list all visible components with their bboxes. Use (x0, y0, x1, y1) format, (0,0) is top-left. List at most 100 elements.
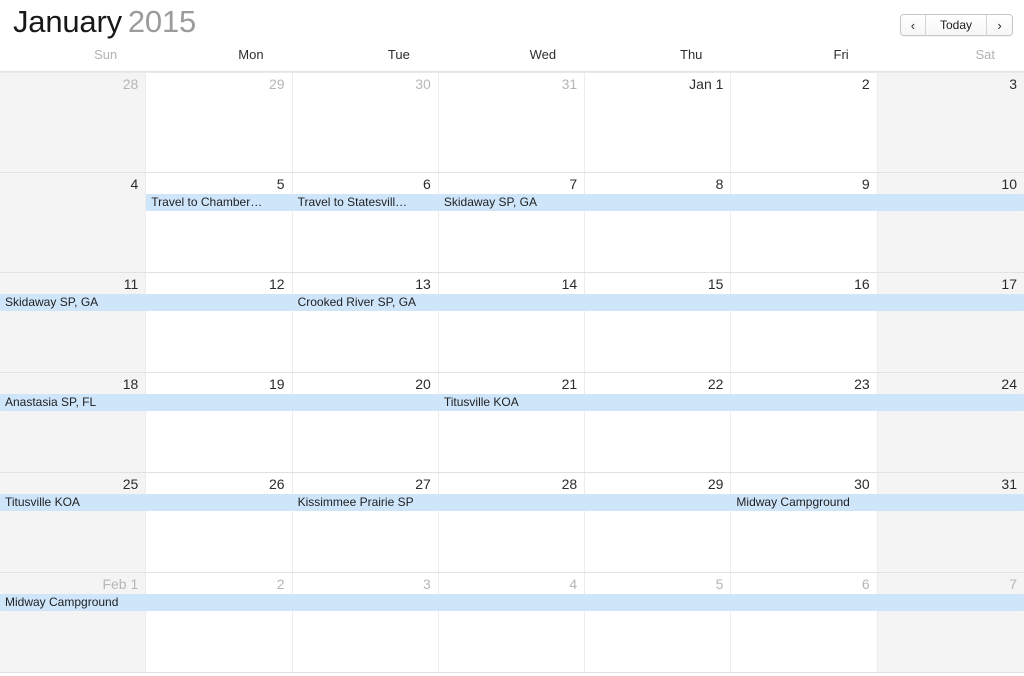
day-number: 26 (268, 476, 285, 492)
day-cell[interactable]: 23 (731, 373, 878, 472)
day-cell[interactable]: 16 (731, 273, 878, 372)
prev-month-button[interactable]: ‹ (900, 15, 926, 35)
day-number: 29 (268, 76, 285, 92)
day-number: 31 (1001, 476, 1017, 492)
next-month-button[interactable]: › (987, 15, 1012, 35)
weekday-header-row: Sun Mon Tue Wed Thu Fri Sat (0, 44, 1024, 72)
day-cell[interactable]: 6 (731, 573, 878, 672)
week-cells: 25 26 27 28 29 30 31 (0, 473, 1024, 572)
day-number: 2 (276, 576, 285, 592)
calendar-event[interactable]: Travel to Chamber… (146, 194, 293, 211)
day-cell[interactable]: 31 (877, 473, 1024, 572)
day-number: 5 (715, 576, 724, 592)
day-cell[interactable]: 28 (0, 73, 147, 172)
day-cell[interactable]: 20 (292, 373, 439, 472)
calendar-event[interactable]: Titusville KOA (0, 494, 293, 511)
week-row: Feb 1 2 3 4 5 6 7 Midway Campground (0, 573, 1024, 673)
day-number: 22 (707, 376, 724, 392)
day-number: 24 (1001, 376, 1017, 392)
weekday-label-sun: Sun (94, 47, 118, 62)
day-cell[interactable]: 13 (292, 273, 439, 372)
day-cell[interactable]: 21 (438, 373, 586, 472)
day-number: 6 (423, 176, 431, 192)
day-number: 17 (1001, 276, 1017, 292)
calendar-event[interactable]: Skidaway SP, GA (438, 194, 1024, 211)
day-number: 21 (561, 376, 578, 392)
calendar-event[interactable]: Midway Campground (731, 494, 1024, 511)
day-cell[interactable]: 28 (438, 473, 586, 572)
day-cell[interactable]: 3 (292, 573, 439, 672)
day-cell[interactable]: Feb 1 (0, 573, 147, 672)
day-cell[interactable]: 7 (877, 573, 1024, 672)
weekday-label-sat: Sat (975, 47, 995, 62)
weekday-label-fri: Fri (833, 47, 849, 62)
day-number: 7 (569, 176, 578, 192)
day-cell[interactable]: 25 (0, 473, 147, 572)
day-cell[interactable]: 6 (292, 173, 439, 272)
day-number: 28 (122, 76, 139, 92)
day-cell[interactable]: 30 (292, 73, 439, 172)
day-cell[interactable]: 10 (877, 173, 1024, 272)
day-cell[interactable]: 8 (585, 173, 732, 272)
day-cell[interactable]: 29 (146, 73, 293, 172)
day-number: 13 (415, 276, 431, 292)
week-cells: 18 19 20 21 22 23 24 (0, 373, 1024, 472)
calendar-event[interactable]: Kissimmee Prairie SP (292, 494, 732, 511)
day-number: 30 (854, 476, 870, 492)
calendar-event[interactable]: Anastasia SP, FL (0, 394, 439, 411)
calendar-month-view: January 2015 ‹ Today › Sun Mon Tue Wed Thu Fri… (0, 0, 1024, 676)
day-number: 25 (122, 476, 139, 492)
day-number: 20 (415, 376, 431, 392)
day-number: 27 (415, 476, 431, 492)
day-number: 4 (130, 176, 139, 192)
calendar-event[interactable]: Travel to Statesvill… (292, 194, 439, 211)
day-number: 6 (861, 576, 870, 592)
day-cell[interactable]: 19 (146, 373, 293, 472)
day-number: 2 (861, 76, 870, 92)
day-number: 8 (715, 176, 724, 192)
day-cell[interactable]: 18 (0, 373, 147, 472)
day-cell[interactable]: 31 (438, 73, 586, 172)
day-cell[interactable]: 5 (146, 173, 293, 272)
calendar-header: January 2015 ‹ Today › (0, 0, 1024, 44)
page-title: January 2015 (13, 2, 196, 42)
day-cell[interactable]: 11 (0, 273, 147, 372)
day-cell[interactable]: 29 (585, 473, 732, 572)
day-cell[interactable]: 26 (146, 473, 293, 572)
day-cell[interactable]: 27 (292, 473, 439, 572)
day-number: Feb 1 (102, 576, 139, 592)
day-cell[interactable]: 30 (731, 473, 878, 572)
calendar-event[interactable]: Crooked River SP, GA (292, 294, 1024, 311)
day-cell[interactable]: 24 (877, 373, 1024, 472)
weekday-label-wed: Wed (529, 47, 557, 62)
calendar-nav-control[interactable]: ‹ Today › (899, 14, 1013, 36)
day-cell[interactable]: 9 (731, 173, 878, 272)
week-row: 28 29 30 31 Jan 1 2 3 (0, 73, 1024, 173)
day-cell[interactable]: 15 (585, 273, 732, 372)
day-number: 3 (423, 576, 431, 592)
day-number: 15 (707, 276, 724, 292)
week-cells: Feb 1 2 3 4 5 6 7 (0, 573, 1024, 672)
day-number: 9 (861, 176, 870, 192)
day-number: 12 (268, 276, 285, 292)
day-cell[interactable]: 4 (0, 173, 147, 272)
week-row: 18 19 20 21 22 23 24 Anastasia SP, FL Titusville… (0, 373, 1024, 473)
calendar-event[interactable]: Midway Campground (0, 594, 1024, 611)
day-cell[interactable]: 4 (438, 573, 586, 672)
day-cell[interactable]: 2 (146, 573, 293, 672)
day-cell[interactable]: Jan 1 (585, 73, 732, 172)
day-cell[interactable]: 12 (146, 273, 293, 372)
day-cell[interactable]: 22 (585, 373, 732, 472)
day-cell[interactable]: 5 (585, 573, 732, 672)
day-cell[interactable]: 2 (731, 73, 878, 172)
day-cell[interactable]: 14 (438, 273, 586, 372)
day-cell[interactable]: 17 (877, 273, 1024, 372)
calendar-event[interactable]: Skidaway SP, GA (0, 294, 293, 311)
day-cell[interactable]: 7 (438, 173, 586, 272)
day-number: 30 (415, 76, 431, 92)
title-year: 2015 (127, 4, 197, 39)
today-button[interactable]: Today (925, 15, 987, 35)
day-number: 3 (1009, 76, 1017, 92)
calendar-event[interactable]: Titusville KOA (438, 394, 1024, 411)
day-cell[interactable]: 3 (877, 73, 1024, 172)
